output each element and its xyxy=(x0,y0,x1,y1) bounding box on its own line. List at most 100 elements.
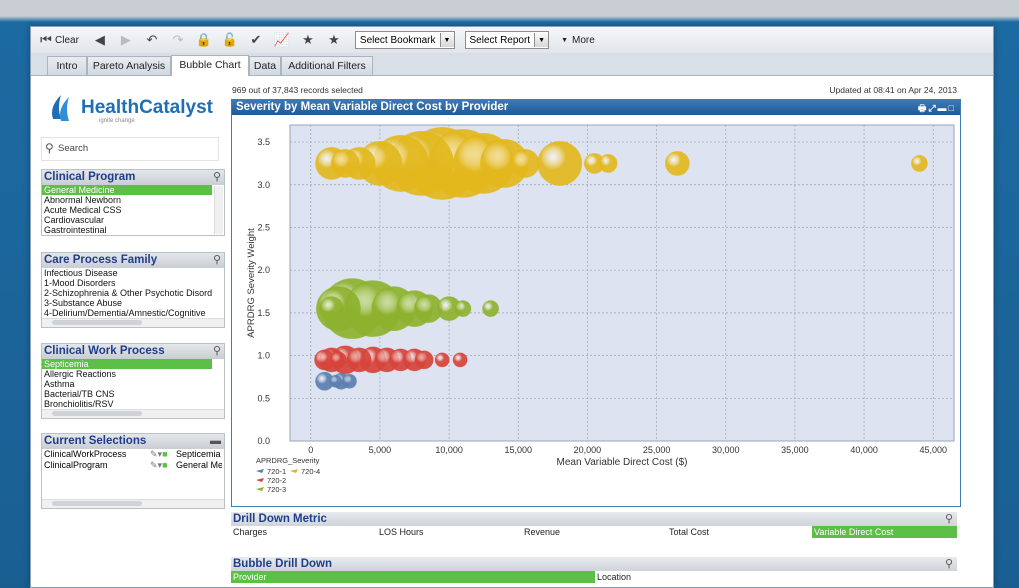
search-icon[interactable]: ⚲ xyxy=(213,344,221,359)
search-box[interactable]: ⚲ Search xyxy=(41,137,219,161)
clear-button[interactable]: Clear xyxy=(55,30,79,50)
bubble-720-4 xyxy=(598,154,618,173)
back-icon[interactable]: ◀ xyxy=(89,30,111,50)
list-item[interactable]: Allergic Reactions xyxy=(42,369,212,379)
check-icon[interactable]: ✔ xyxy=(245,30,267,50)
chevron-down-icon: ▼ xyxy=(534,33,549,47)
y-axis-title: APRDRG Severity Weight xyxy=(246,228,257,338)
select-report-dropdown[interactable]: Select Report ▼ xyxy=(464,31,550,49)
list-item[interactable]: Infectious Disease xyxy=(42,268,212,278)
clinical-work-process-listbox: Clinical Work Process ⚲ Septicemia Allerg… xyxy=(41,343,225,419)
selection-row: ClinicalProgram ✎▾■ General Medi xyxy=(42,460,224,471)
tab-bar: Intro Pareto Analysis Bubble Chart Data … xyxy=(31,53,993,76)
tab-pareto-analysis[interactable]: Pareto Analysis xyxy=(87,56,171,75)
metric-item-total-cost[interactable]: Total Cost xyxy=(667,526,813,538)
clinical-program-title: Clinical Program xyxy=(44,171,136,183)
search-icon[interactable]: ⚲ xyxy=(945,557,953,571)
clear-icon[interactable]: ⏮ xyxy=(39,30,53,50)
search-icon[interactable]: ⚲ xyxy=(213,170,221,185)
healthcatalyst-logo: HealthCatalyst ignite change xyxy=(47,89,213,129)
list-item[interactable]: 3-Substance Abuse xyxy=(42,298,212,308)
metric-item-los-hours[interactable]: LOS Hours xyxy=(377,526,523,538)
bubble-720-2 xyxy=(346,347,372,373)
metric-item-revenue[interactable]: Revenue xyxy=(522,526,668,538)
search-placeholder: Search xyxy=(58,143,89,154)
select-report-label: Select Report xyxy=(469,34,531,46)
y-tick-label: 3.5 xyxy=(257,137,270,147)
tab-bubble-chart[interactable]: Bubble Chart xyxy=(171,55,249,76)
bubble-chart-panel: Severity by Mean Variable Direct Cost by… xyxy=(231,99,961,507)
current-selections-title: Current Selections xyxy=(44,435,147,447)
bubble-720-4 xyxy=(330,149,360,178)
lock-icon[interactable]: 🔒 xyxy=(193,30,215,50)
list-item[interactable]: Cardiovascular xyxy=(42,215,212,225)
undo-icon[interactable]: ↶ xyxy=(141,30,163,50)
y-tick-label: 3.0 xyxy=(257,180,270,190)
list-item[interactable]: 4-Delirium/Dementia/Amnestic/Cognitive xyxy=(42,308,212,318)
list-item[interactable]: 1-Mood Disorders xyxy=(42,278,212,288)
legend-marker-icon xyxy=(256,469,264,473)
bubble-720-2 xyxy=(414,350,434,370)
list-item[interactable]: 2-Schizophrenia & Other Psychotic Disord… xyxy=(42,288,212,298)
x-tick-label: 20,000 xyxy=(574,445,602,455)
tab-intro[interactable]: Intro xyxy=(47,56,87,75)
current-selections-box: Current Selections ▬ ClinicalWorkProcess … xyxy=(41,433,225,509)
search-icon[interactable]: ⚲ xyxy=(213,253,221,268)
y-tick-label: 0.0 xyxy=(257,436,270,446)
tab-data[interactable]: Data xyxy=(249,56,281,75)
y-tick-label: 1.0 xyxy=(257,351,270,361)
chart-icon[interactable]: 📈 xyxy=(271,30,293,50)
select-bookmark-dropdown[interactable]: Select Bookmark ▼ xyxy=(354,31,455,49)
drill-item-location[interactable]: Location xyxy=(595,571,959,583)
list-item[interactable]: Bacterial/TB CNS xyxy=(42,389,212,399)
drill-item-provider[interactable]: Provider xyxy=(231,571,595,583)
list-item[interactable]: General Medicine xyxy=(42,185,212,195)
y-tick-label: 1.5 xyxy=(257,308,270,318)
bubble-drill-down-panel: Bubble Drill Down ⚲ Provider Location xyxy=(231,557,957,583)
bubble-720-3 xyxy=(319,296,344,322)
selection-field: ClinicalProgram xyxy=(44,460,108,470)
bookmark-add-icon[interactable]: ★ xyxy=(323,30,345,50)
forward-icon[interactable]: ▶ xyxy=(115,30,137,50)
logo-name: HealthCatalyst xyxy=(81,97,213,118)
bubble-720-4 xyxy=(664,151,690,176)
minimize-icon[interactable]: ▬ xyxy=(210,434,221,449)
bubble-720-1 xyxy=(329,374,343,388)
selection-edit-icon[interactable]: ✎▾■ xyxy=(150,449,168,460)
metric-item-charges[interactable]: Charges xyxy=(231,526,377,538)
list-item[interactable]: Asthma xyxy=(42,379,212,389)
more-chevron-icon: ▼ xyxy=(561,36,569,44)
legend-label: 720-1 xyxy=(267,467,286,476)
legend-marker-icon xyxy=(256,487,264,491)
bubble-720-1 xyxy=(342,373,357,389)
x-axis-title: Mean Variable Direct Cost ($) xyxy=(557,457,688,468)
x-tick-label: 45,000 xyxy=(919,445,947,455)
metric-item-variable-direct-cost[interactable]: Variable Direct Cost xyxy=(812,526,957,538)
redo-icon[interactable]: ↷ xyxy=(167,30,189,50)
legend-marker-icon xyxy=(290,469,298,473)
tab-additional-filters[interactable]: Additional Filters xyxy=(281,56,373,75)
horizontal-scrollbar[interactable] xyxy=(42,499,224,508)
list-item[interactable]: Gastrointestinal xyxy=(42,225,212,235)
list-item[interactable]: Bronchiolitis/RSV xyxy=(42,399,212,409)
chart-window-controls-icon[interactable]: 🖶⤢▬□ xyxy=(918,101,956,116)
horizontal-scrollbar[interactable] xyxy=(42,318,224,327)
horizontal-scrollbar[interactable] xyxy=(42,409,224,418)
x-tick-label: 5,000 xyxy=(369,445,392,455)
list-item[interactable]: Septicemia xyxy=(42,359,212,369)
logo-tagline: ignite change xyxy=(99,118,135,124)
more-menu[interactable]: ▼ More xyxy=(561,30,595,50)
selection-value: General Medi xyxy=(176,460,222,470)
vertical-scrollbar[interactable] xyxy=(214,186,223,234)
list-item[interactable]: Acute Medical CSS xyxy=(42,205,212,215)
app-window: ⏮ Clear ◀ ▶ ↶ ↷ 🔒 🔓 ✔ 📈 ★ ★ Select Bookm… xyxy=(30,26,994,588)
x-tick-label: 30,000 xyxy=(712,445,740,455)
unlock-icon[interactable]: 🔓 xyxy=(219,30,241,50)
clinical-program-listbox: Clinical Program ⚲ General Medicine Abnor… xyxy=(41,169,225,236)
list-item[interactable]: Abnormal Newborn xyxy=(42,195,212,205)
selection-edit-icon[interactable]: ✎▾■ xyxy=(150,460,168,471)
bookmark-star-icon[interactable]: ★ xyxy=(297,30,319,50)
search-icon[interactable]: ⚲ xyxy=(945,512,953,526)
bubble-chart: 0.0 0.5 1.0 1.5 2.0 2.5 3.0 3.5 0 5,000 10,000 15,0… xyxy=(246,124,955,494)
x-tick-label: 35,000 xyxy=(781,445,809,455)
